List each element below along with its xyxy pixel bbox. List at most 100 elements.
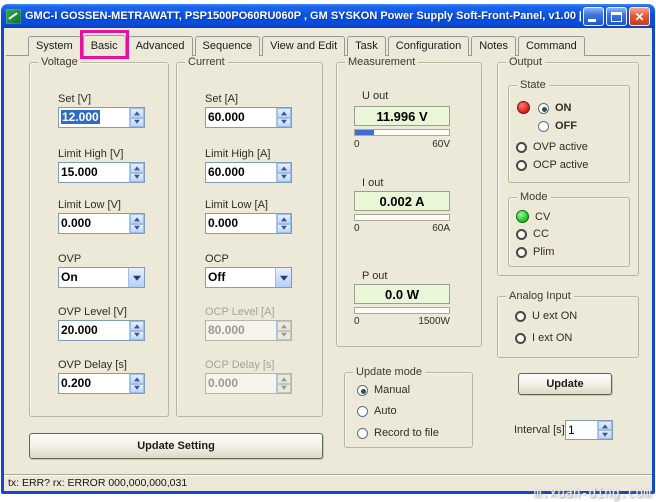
cc-label: CC xyxy=(533,228,549,240)
spinner-up-button[interactable] xyxy=(277,108,291,118)
current-limit-high-label: Limit High [A] xyxy=(205,148,271,160)
ovp-delay-input[interactable]: 0.200 xyxy=(58,373,145,394)
app-icon xyxy=(6,8,21,24)
ocp-delay-input: 0.000 xyxy=(205,373,292,394)
current-group: Current Set [A] 60.000 Limit High [A] 60 xyxy=(176,56,323,417)
maximize-button[interactable] xyxy=(606,6,627,26)
i-out-scale-max: 60A xyxy=(432,223,450,234)
ovp-level-spinner xyxy=(129,321,144,340)
radio-icon xyxy=(357,427,368,439)
u-out-bar xyxy=(354,129,450,136)
spinner-down-button[interactable] xyxy=(130,330,144,340)
ocp-level-spinner xyxy=(276,321,291,340)
update-setting-button[interactable]: Update Setting xyxy=(29,433,323,459)
p-out-scale-max: 1500W xyxy=(418,316,450,327)
interval-value: 1 xyxy=(568,423,575,437)
watermark: m.xuan-ding.com xyxy=(533,486,651,501)
state-group: State ON OFF OVP active OCP active xyxy=(508,79,630,183)
update-mode-record-radio[interactable]: Record to file xyxy=(357,427,439,439)
voltage-set-input[interactable]: 12.000 xyxy=(58,107,145,128)
voltage-limit-high-label: Limit High [V] xyxy=(58,148,124,160)
voltage-limit-high-spinner xyxy=(129,163,144,182)
ocp-label: OCP xyxy=(205,253,229,265)
update-button[interactable]: Update xyxy=(518,373,612,395)
current-limit-high-field: Limit High [A] 60.000 xyxy=(205,148,292,183)
spinner-down-button[interactable] xyxy=(130,223,144,233)
voltage-limit-high-input[interactable]: 15.000 xyxy=(58,162,145,183)
current-set-input[interactable]: 60.000 xyxy=(205,107,292,128)
minimize-icon xyxy=(588,18,596,22)
u-out-display: 11.996 V xyxy=(354,106,450,126)
radio-icon xyxy=(538,102,549,114)
update-mode-manual-label: Manual xyxy=(374,384,411,396)
chevron-down-icon[interactable] xyxy=(275,268,291,287)
tab-advanced[interactable]: Advanced xyxy=(127,36,193,56)
current-limit-low-value: 0.000 xyxy=(208,216,239,230)
ocp-level-field: OCP Level [A] 80.000 xyxy=(205,306,292,341)
output-off-label: OFF xyxy=(555,120,577,132)
tab-configuration[interactable]: Configuration xyxy=(387,36,470,56)
voltage-group: Voltage Set [V] 12.000 Limit High [V] 15 xyxy=(29,56,169,417)
spinner-up-button[interactable] xyxy=(130,214,144,224)
current-limit-low-label: Limit Low [A] xyxy=(205,199,268,211)
ovp-level-input[interactable]: 20.000 xyxy=(58,320,145,341)
i-out-scale-min: 0 xyxy=(354,223,360,234)
ocp-select[interactable]: Off xyxy=(205,267,292,288)
maximize-icon xyxy=(611,11,622,22)
voltage-set-spinner xyxy=(129,108,144,127)
tab-notes[interactable]: Notes xyxy=(471,36,516,56)
ocp-level-label: OCP Level [A] xyxy=(205,306,275,318)
current-limit-high-input[interactable]: 60.000 xyxy=(205,162,292,183)
close-button[interactable]: ✕ xyxy=(629,6,650,26)
tab-command[interactable]: Command xyxy=(517,36,585,56)
spinner-up-button[interactable] xyxy=(130,374,144,384)
spinner-down-button[interactable] xyxy=(130,383,144,393)
output-group: Output State ON OFF OVP active OCP activ… xyxy=(497,56,639,276)
output-off-radio[interactable]: OFF xyxy=(538,120,577,132)
i-ext-led xyxy=(515,332,526,344)
chevron-down-icon[interactable] xyxy=(128,268,144,287)
output-group-title: Output xyxy=(506,56,546,68)
ocp-active-indicator: OCP active xyxy=(516,159,588,171)
tab-system[interactable]: System xyxy=(28,36,81,56)
output-on-radio[interactable]: ON xyxy=(538,102,572,114)
ovp-level-field: OVP Level [V] 20.000 xyxy=(58,306,145,341)
update-mode-auto-radio[interactable]: Auto xyxy=(357,405,397,417)
voltage-group-title: Voltage xyxy=(38,56,81,68)
spinner-up-button[interactable] xyxy=(130,321,144,331)
app-window: GMC-I GOSSEN-METRAWATT, PSP1500PO60RU060… xyxy=(1,4,655,494)
spinner-up-button[interactable] xyxy=(277,214,291,224)
voltage-limit-low-input[interactable]: 0.000 xyxy=(58,213,145,234)
spinner-down-button[interactable] xyxy=(598,430,612,439)
spinner-down-button[interactable] xyxy=(277,172,291,182)
spinner-down-button[interactable] xyxy=(130,117,144,127)
i-ext-indicator: I ext ON xyxy=(515,332,572,344)
spinner-up-button[interactable] xyxy=(598,421,612,430)
current-set-label: Set [A] xyxy=(205,93,239,105)
plim-led xyxy=(516,246,527,258)
close-icon: ✕ xyxy=(634,9,645,24)
minimize-button[interactable] xyxy=(583,6,604,26)
radio-icon xyxy=(357,405,368,417)
spinner-down-button[interactable] xyxy=(277,223,291,233)
update-mode-manual-radio[interactable]: Manual xyxy=(357,384,410,396)
ovp-active-led xyxy=(516,141,527,153)
tab-basic[interactable]: Basic xyxy=(79,30,129,59)
voltage-set-value-wrap: 12.000 xyxy=(59,108,129,127)
tab-view-and-edit[interactable]: View and Edit xyxy=(262,36,346,56)
u-out-scale: 0 60V xyxy=(354,139,450,150)
cv-indicator: CV xyxy=(516,210,550,223)
spinner-down-button[interactable] xyxy=(130,172,144,182)
p-out-display: 0.0 W xyxy=(354,284,450,304)
spinner-up-button[interactable] xyxy=(130,108,144,118)
spinner-up-button[interactable] xyxy=(277,163,291,173)
tab-task[interactable]: Task xyxy=(347,36,386,56)
tab-sequence[interactable]: Sequence xyxy=(194,36,261,56)
current-limit-low-input[interactable]: 0.000 xyxy=(205,213,292,234)
interval-input[interactable]: 1 xyxy=(565,420,613,440)
ovp-select[interactable]: On xyxy=(58,267,145,288)
spinner-down-button[interactable] xyxy=(277,117,291,127)
ovp-delay-spinner xyxy=(129,374,144,393)
ovp-level-label: OVP Level [V] xyxy=(58,306,127,318)
spinner-up-button[interactable] xyxy=(130,163,144,173)
